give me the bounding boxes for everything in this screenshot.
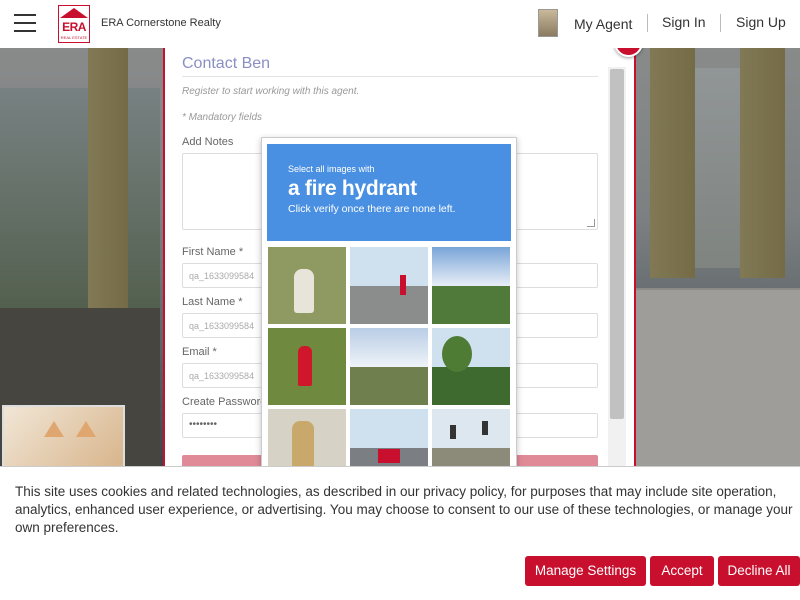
last-name-label: Last Name *	[182, 296, 243, 308]
captcha-tile-2[interactable]	[350, 247, 428, 324]
nav-sign-in[interactable]: Sign In	[662, 14, 706, 30]
first-name-label: First Name *	[182, 246, 244, 258]
captcha-tile-5[interactable]	[350, 328, 428, 405]
captcha-instruction: Select all images with	[288, 164, 375, 174]
email-label: Email *	[182, 346, 217, 358]
nav-my-agent[interactable]: My Agent	[574, 16, 632, 32]
accept-button[interactable]: Accept	[650, 556, 714, 586]
nav-divider	[647, 14, 648, 32]
nav-sign-up[interactable]: Sign Up	[736, 14, 786, 30]
manage-settings-button[interactable]: Manage Settings	[525, 556, 646, 586]
captcha-tile-1[interactable]	[268, 247, 346, 324]
decline-all-button[interactable]: Decline All	[718, 556, 800, 586]
captcha-tile-3[interactable]	[432, 247, 510, 324]
password-label: Create Password	[182, 396, 267, 408]
captcha-tile-4[interactable]	[268, 328, 346, 405]
brand-name[interactable]: ERA Cornerstone Realty	[101, 17, 221, 29]
notes-label: Add Notes	[182, 136, 234, 148]
cookie-banner: This site uses cookies and related techn…	[0, 466, 800, 600]
captcha-tile-6[interactable]	[432, 328, 510, 405]
nav-divider	[720, 14, 721, 32]
resize-grip-icon[interactable]	[587, 219, 595, 227]
image-captcha: Select all images with a fire hydrant Cl…	[261, 137, 517, 468]
modal-subtitle: Register to start working with this agen…	[182, 86, 360, 97]
captcha-tile-7[interactable]	[268, 409, 346, 467]
agent-avatar[interactable]	[538, 9, 558, 37]
captcha-prompt: Select all images with a fire hydrant Cl…	[267, 144, 511, 241]
captcha-target: a fire hydrant	[288, 177, 417, 200]
divider	[182, 76, 598, 77]
modal-title: Contact Ben	[182, 55, 271, 72]
era-logo[interactable]: ERA REAL ESTATE	[58, 5, 90, 43]
hamburger-icon[interactable]	[14, 14, 36, 32]
cookie-text: This site uses cookies and related techn…	[15, 484, 793, 535]
kitten-photo	[2, 405, 125, 468]
captcha-tile-9[interactable]	[432, 409, 510, 467]
site-header: ERA REAL ESTATE ERA Cornerstone Realty M…	[0, 0, 800, 48]
captcha-hint: Click verify once there are none left.	[288, 203, 456, 215]
captcha-tile-8[interactable]	[350, 409, 428, 467]
mandatory-note: * Mandatory fields	[182, 112, 263, 123]
scrollbar-thumb[interactable]	[610, 69, 624, 419]
